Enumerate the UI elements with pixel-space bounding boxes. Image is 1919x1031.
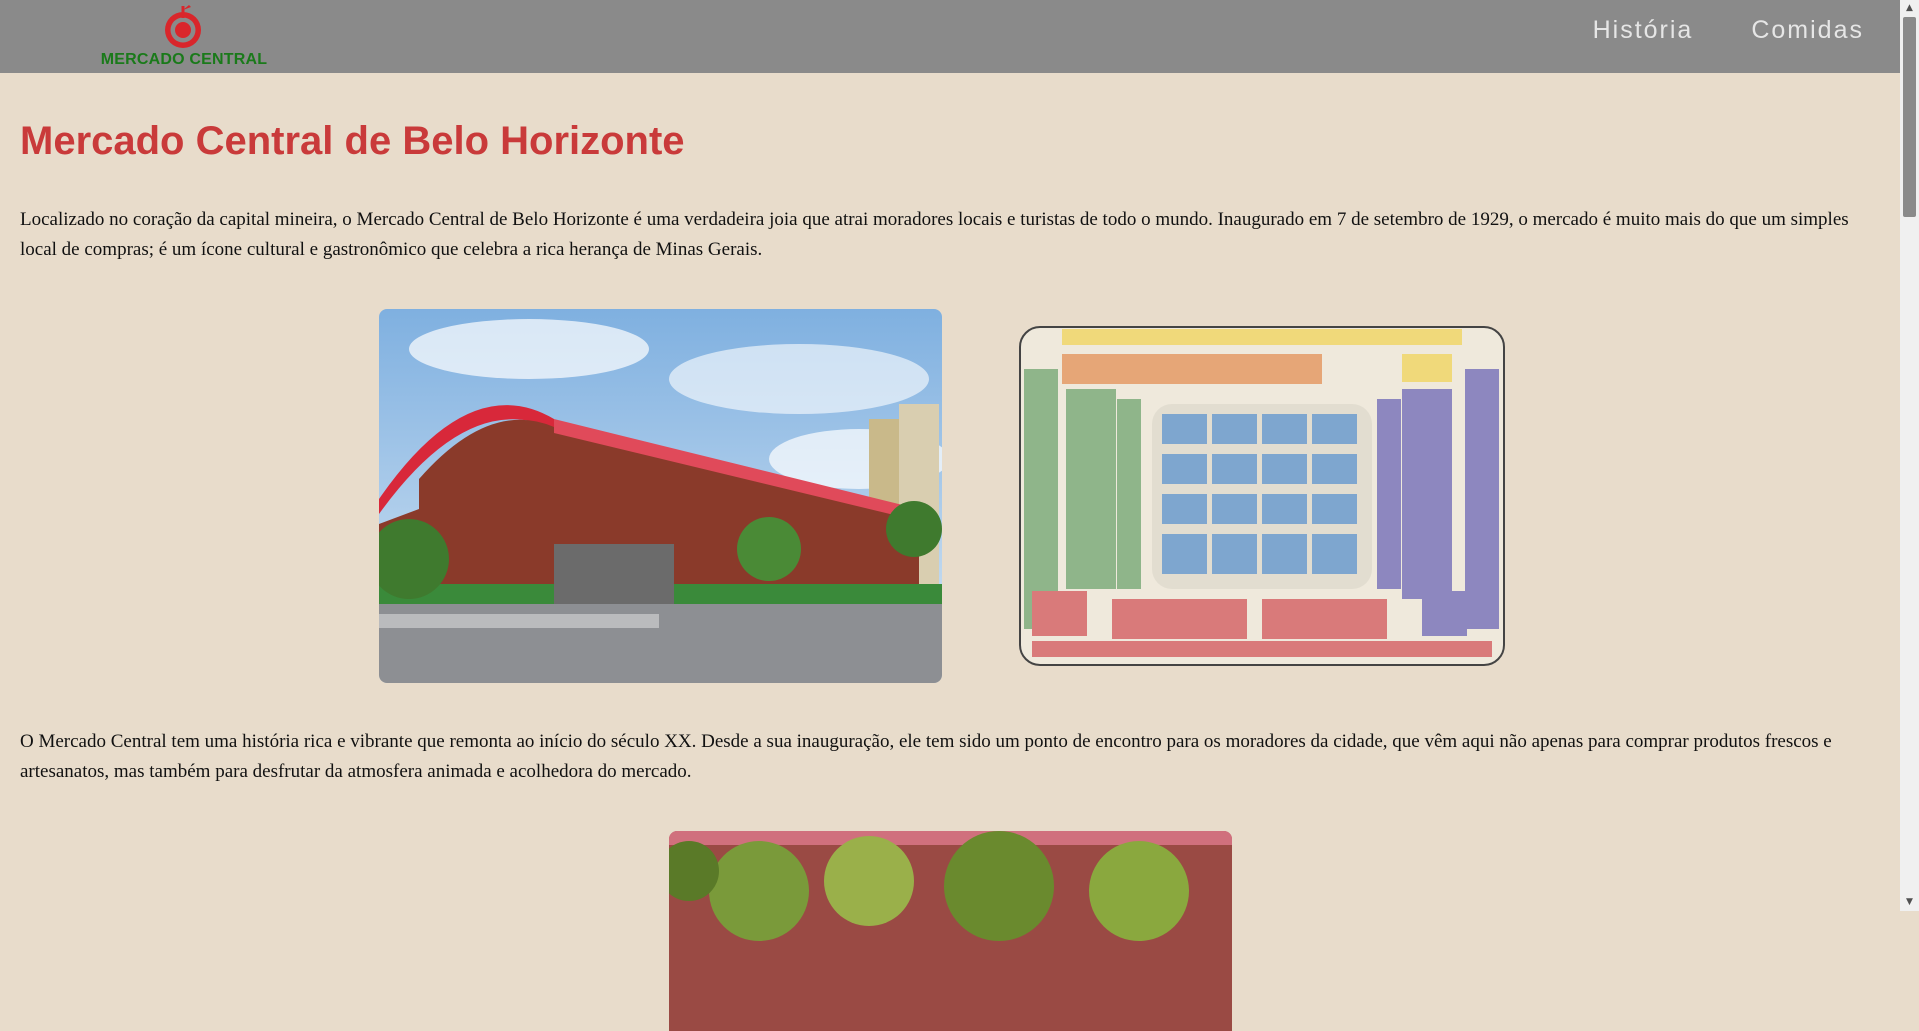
market-garden-photo [668,831,1232,1031]
market-logo-icon [165,5,201,48]
main-nav: História Comidas [1593,16,1864,45]
scrollbar-thumb[interactable] [1903,17,1916,217]
scroll-down-icon[interactable]: ▼ [1900,894,1919,911]
market-building-photo [378,309,942,683]
history-paragraph: O Mercado Central tem uma história rica … [20,731,1832,782]
second-image-container [20,831,1880,1031]
site-logo[interactable]: MERCADO CENTRAL [92,4,276,68]
logo-text: MERCADO CENTRAL [100,51,268,68]
nav-link-historia[interactable]: História [1593,16,1694,45]
intro-paragraph: Localizado no coração da capital mineira… [20,209,1849,260]
page-title: Mercado Central de Belo Horizonte [20,119,685,163]
market-floor-map [1018,326,1505,666]
nav-link-comidas[interactable]: Comidas [1751,16,1864,45]
scroll-up-icon[interactable]: ▲ [1900,0,1919,17]
vertical-scrollbar[interactable]: ▲ ▼ [1900,0,1919,911]
main-content: Mercado Central de Belo Horizonte Locali… [20,73,1880,1031]
image-gallery [20,309,1880,683]
top-navbar: MERCADO CENTRAL História Comidas [0,0,1900,73]
